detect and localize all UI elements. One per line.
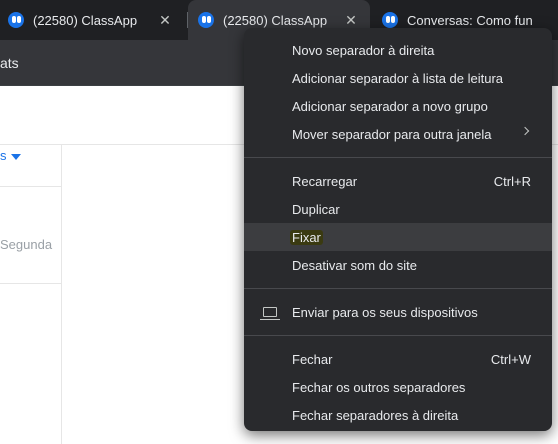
tab-title: (22580) ClassApp (33, 12, 138, 28)
menu-item-label: Fechar os outros separadores (292, 379, 466, 395)
tab-title: (22580) ClassApp (223, 12, 328, 28)
caret-down-icon (10, 153, 21, 160)
menu-item-label: Duplicar (292, 201, 340, 217)
menu-item-label: Mover separador para outra janela (292, 126, 492, 142)
menu-item-label: Enviar para os seus dispositivos (292, 304, 478, 320)
menu-separator (244, 288, 552, 289)
classapp-favicon-icon (382, 12, 398, 28)
menu-item-label: Desativar som do site (292, 257, 417, 273)
menu-item-label: Adicionar separador à lista de leitura (292, 70, 504, 86)
divider (61, 144, 62, 444)
menu-item-move-to-window[interactable]: Mover separador para outra janela (244, 120, 552, 148)
tab-classapp-1[interactable]: (22580) ClassApp ✕ (0, 0, 184, 40)
menu-item-close[interactable]: Fechar Ctrl+W (244, 345, 552, 373)
classapp-favicon-icon (198, 12, 214, 28)
shortcut-label: Ctrl+R (493, 173, 531, 189)
tab-context-menu: Novo separador à direita Adicionar separ… (244, 28, 552, 431)
menu-item-label: Novo separador à direita (292, 42, 435, 58)
shortcut-label: Ctrl+W (490, 351, 531, 367)
divider (0, 186, 61, 187)
menu-item-reload[interactable]: Recarregar Ctrl+R (244, 167, 552, 195)
menu-item-close-others[interactable]: Fechar os outros separadores (244, 373, 552, 401)
filter-dropdown[interactable]: s (0, 148, 21, 163)
bookmark-bar-item[interactable]: ats (0, 55, 19, 71)
menu-item-new-tab-right[interactable]: Novo separador à direita (244, 36, 552, 64)
menu-item-label: Fechar separadores à direita (292, 407, 459, 423)
close-icon[interactable]: ✕ (342, 11, 360, 29)
chevron-right-icon (520, 126, 530, 136)
close-icon[interactable]: ✕ (156, 11, 174, 29)
menu-item-pin[interactable]: Fixar (244, 223, 552, 251)
menu-item-label: Recarregar (292, 173, 358, 189)
menu-item-label: Adicionar separador a novo grupo (292, 98, 488, 114)
day-label: Segunda (0, 237, 53, 252)
menu-item-add-to-reading-list[interactable]: Adicionar separador à lista de leitura (244, 64, 552, 92)
menu-item-label: Fixar (290, 229, 323, 245)
menu-item-add-to-new-group[interactable]: Adicionar separador a novo grupo (244, 92, 552, 120)
menu-separator (244, 157, 552, 158)
menu-item-close-right[interactable]: Fechar separadores à direita (244, 401, 552, 429)
devices-icon (260, 307, 280, 320)
menu-item-mute-site[interactable]: Desativar som do site (244, 251, 552, 279)
classapp-favicon-icon (8, 12, 24, 28)
menu-item-label: Fechar (292, 351, 333, 367)
menu-item-duplicate[interactable]: Duplicar (244, 195, 552, 223)
menu-separator (244, 335, 552, 336)
menu-item-send-to-devices[interactable]: Enviar para os seus dispositivos (244, 298, 552, 326)
divider (0, 283, 61, 284)
filter-label: s (0, 148, 7, 163)
tab-title: Conversas: Como fun (407, 12, 533, 28)
